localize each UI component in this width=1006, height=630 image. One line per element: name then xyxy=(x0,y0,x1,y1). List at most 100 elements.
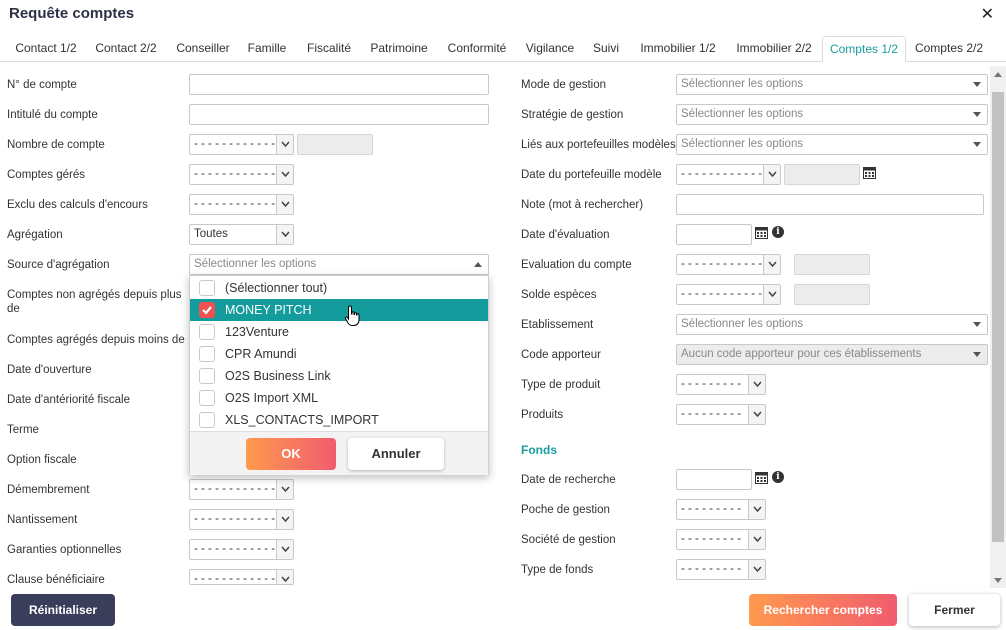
tab-contact-2[interactable]: Contact 2/2 xyxy=(88,36,164,62)
caret-down-icon xyxy=(973,322,981,327)
check-icon xyxy=(202,306,212,315)
produits-select[interactable]: - - - - - - - - - xyxy=(676,404,766,425)
close-icon[interactable]: ✕ xyxy=(981,4,994,24)
date-recherche-input[interactable] xyxy=(676,469,752,490)
caret-down-icon xyxy=(973,352,981,357)
label-poche: Poche de gestion xyxy=(521,504,610,516)
info-icon[interactable]: i xyxy=(772,226,784,238)
nantissement-select[interactable]: - - - - - - - - - - - - - - - xyxy=(189,509,294,530)
option-xls-contacts-import[interactable]: XLS_CONTACTS_IMPORT xyxy=(190,409,488,431)
checkbox[interactable] xyxy=(199,324,215,340)
label-mode-gestion: Mode de gestion xyxy=(521,79,607,91)
label-type-produit: Type de produit xyxy=(521,379,601,391)
geres-select[interactable]: - - - - - - - - - - - - - - - xyxy=(189,164,294,185)
option-label: XLS_CONTACTS_IMPORT xyxy=(225,413,379,427)
tab-comptes-1[interactable]: Comptes 1/2 xyxy=(822,36,906,62)
label-note: Note (mot à rechercher) xyxy=(521,199,644,211)
tab-fiscalite[interactable]: Fiscalité xyxy=(300,36,358,62)
societe-select[interactable]: - - - - - - - - - xyxy=(676,529,766,550)
chevron-down-icon xyxy=(763,255,780,274)
caret-down-icon xyxy=(973,82,981,87)
code-apporteur-multiselect: Aucun code apporteur pour ces établissem… xyxy=(676,344,988,365)
source-multiselect[interactable]: Sélectionner les options xyxy=(189,254,489,275)
checkbox[interactable] xyxy=(199,412,215,428)
option-o2s-import-xml[interactable]: O2S Import XML xyxy=(190,387,488,409)
chevron-down-icon xyxy=(748,560,765,579)
tab-conformite[interactable]: Conformité xyxy=(440,36,514,62)
date-portefeuille-operator-select[interactable]: - - - - - - - - - - - - - - - xyxy=(676,164,781,185)
evaluation-compte-select[interactable]: - - - - - - - - - - - - - - - xyxy=(676,254,781,275)
num-compte-input[interactable] xyxy=(189,74,489,95)
reset-button[interactable]: Réinitialiser xyxy=(11,594,115,626)
caret-up-icon xyxy=(474,262,482,267)
tab-famille[interactable]: Famille xyxy=(242,36,292,62)
label-nantissement: Nantissement xyxy=(7,514,78,526)
date-evaluation-input[interactable] xyxy=(676,224,752,245)
chevron-down-icon xyxy=(276,510,293,529)
multiselect-placeholder: Sélectionner les options xyxy=(681,318,804,330)
label-type-fonds: Type de fonds xyxy=(521,564,594,576)
checkbox[interactable] xyxy=(199,346,215,362)
intitule-input[interactable] xyxy=(189,104,489,125)
tab-comptes-2[interactable]: Comptes 2/2 xyxy=(910,36,988,62)
mode-gestion-multiselect[interactable]: Sélectionner les options xyxy=(676,74,988,95)
vertical-scrollbar[interactable] xyxy=(990,66,1006,588)
lies-multiselect[interactable]: Sélectionner les options xyxy=(676,134,988,155)
option-o2s-business-link[interactable]: O2S Business Link xyxy=(190,365,488,387)
tab-immobilier-1[interactable]: Immobilier 1/2 xyxy=(632,36,724,62)
tab-suivi[interactable]: Suivi xyxy=(586,36,626,62)
agregation-select[interactable]: Toutes xyxy=(189,224,294,245)
close-button[interactable]: Fermer xyxy=(909,594,1000,626)
info-icon[interactable]: i xyxy=(772,471,784,483)
tab-contact-1[interactable]: Contact 1/2 xyxy=(8,36,84,62)
tab-patrimoine[interactable]: Patrimoine xyxy=(364,36,434,62)
scroll-down-icon[interactable] xyxy=(994,578,1002,583)
checkbox[interactable] xyxy=(199,280,215,296)
checkbox[interactable] xyxy=(199,368,215,384)
calendar-icon[interactable] xyxy=(863,166,876,179)
scroll-up-icon[interactable] xyxy=(994,72,1002,77)
label-societe: Société de gestion xyxy=(521,534,616,546)
type-fonds-select[interactable]: - - - - - - - - - xyxy=(676,559,766,580)
label-option-fiscale: Option fiscale xyxy=(7,454,77,466)
tab-immobilier-2[interactable]: Immobilier 2/2 xyxy=(728,36,820,62)
label-terme: Terme xyxy=(7,424,39,436)
label-code-apporteur: Code apporteur xyxy=(521,349,601,361)
solde-select[interactable]: - - - - - - - - - - - - - - - xyxy=(676,284,781,305)
note-input[interactable] xyxy=(676,194,984,215)
option-label: (Sélectionner tout) xyxy=(225,281,328,295)
checkbox[interactable] xyxy=(199,390,215,406)
search-accounts-button[interactable]: Rechercher comptes xyxy=(749,594,897,626)
select-value: - - - - - - - - - xyxy=(681,533,742,545)
option-money-pitch[interactable]: MONEY PITCH xyxy=(190,299,488,321)
etablissement-multiselect[interactable]: Sélectionner les options xyxy=(676,314,988,335)
chevron-down-icon xyxy=(276,540,293,559)
demembrement-select[interactable]: - - - - - - - - - - - - - - - xyxy=(189,479,294,500)
option-123venture[interactable]: 123Venture xyxy=(190,321,488,343)
garanties-select[interactable]: - - - - - - - - - - - - - - - xyxy=(189,539,294,560)
clause-select[interactable]: - - - - - - - - - - - - - - - xyxy=(189,569,294,585)
strategie-multiselect[interactable]: Sélectionner les options xyxy=(676,104,988,125)
checkbox-checked[interactable] xyxy=(199,302,215,318)
cancel-button[interactable]: Annuler xyxy=(348,438,444,470)
option-label: MONEY PITCH xyxy=(225,303,312,317)
label-geres: Comptes gérés xyxy=(7,169,85,181)
label-exclu: Exclu des calculs d'encours xyxy=(7,199,148,211)
calendar-icon[interactable] xyxy=(755,471,768,484)
option-label: O2S Import XML xyxy=(225,391,319,405)
type-produit-select[interactable]: - - - - - - - - - xyxy=(676,374,766,395)
ok-button[interactable]: OK xyxy=(246,438,336,470)
option-cpr-amundi[interactable]: CPR Amundi xyxy=(190,343,488,365)
select-value: Toutes xyxy=(194,228,228,240)
scroll-thumb[interactable] xyxy=(992,92,1004,542)
option-label: O2S Business Link xyxy=(225,369,331,383)
dropdown-footer: OK Annuler xyxy=(190,431,488,475)
exclu-select[interactable]: - - - - - - - - - - - - - - - xyxy=(189,194,294,215)
poche-select[interactable]: - - - - - - - - - xyxy=(676,499,766,520)
tab-vigilance[interactable]: Vigilance xyxy=(520,36,580,62)
nombre-operator-select[interactable]: - - - - - - - - - - - - - - - xyxy=(189,134,294,155)
option-select-all[interactable]: (Sélectionner tout) xyxy=(190,277,488,299)
calendar-icon[interactable] xyxy=(755,226,768,239)
tab-bar: Contact 1/2 Contact 2/2 Conseiller Famil… xyxy=(0,36,1006,62)
tab-conseiller[interactable]: Conseiller xyxy=(168,36,238,62)
